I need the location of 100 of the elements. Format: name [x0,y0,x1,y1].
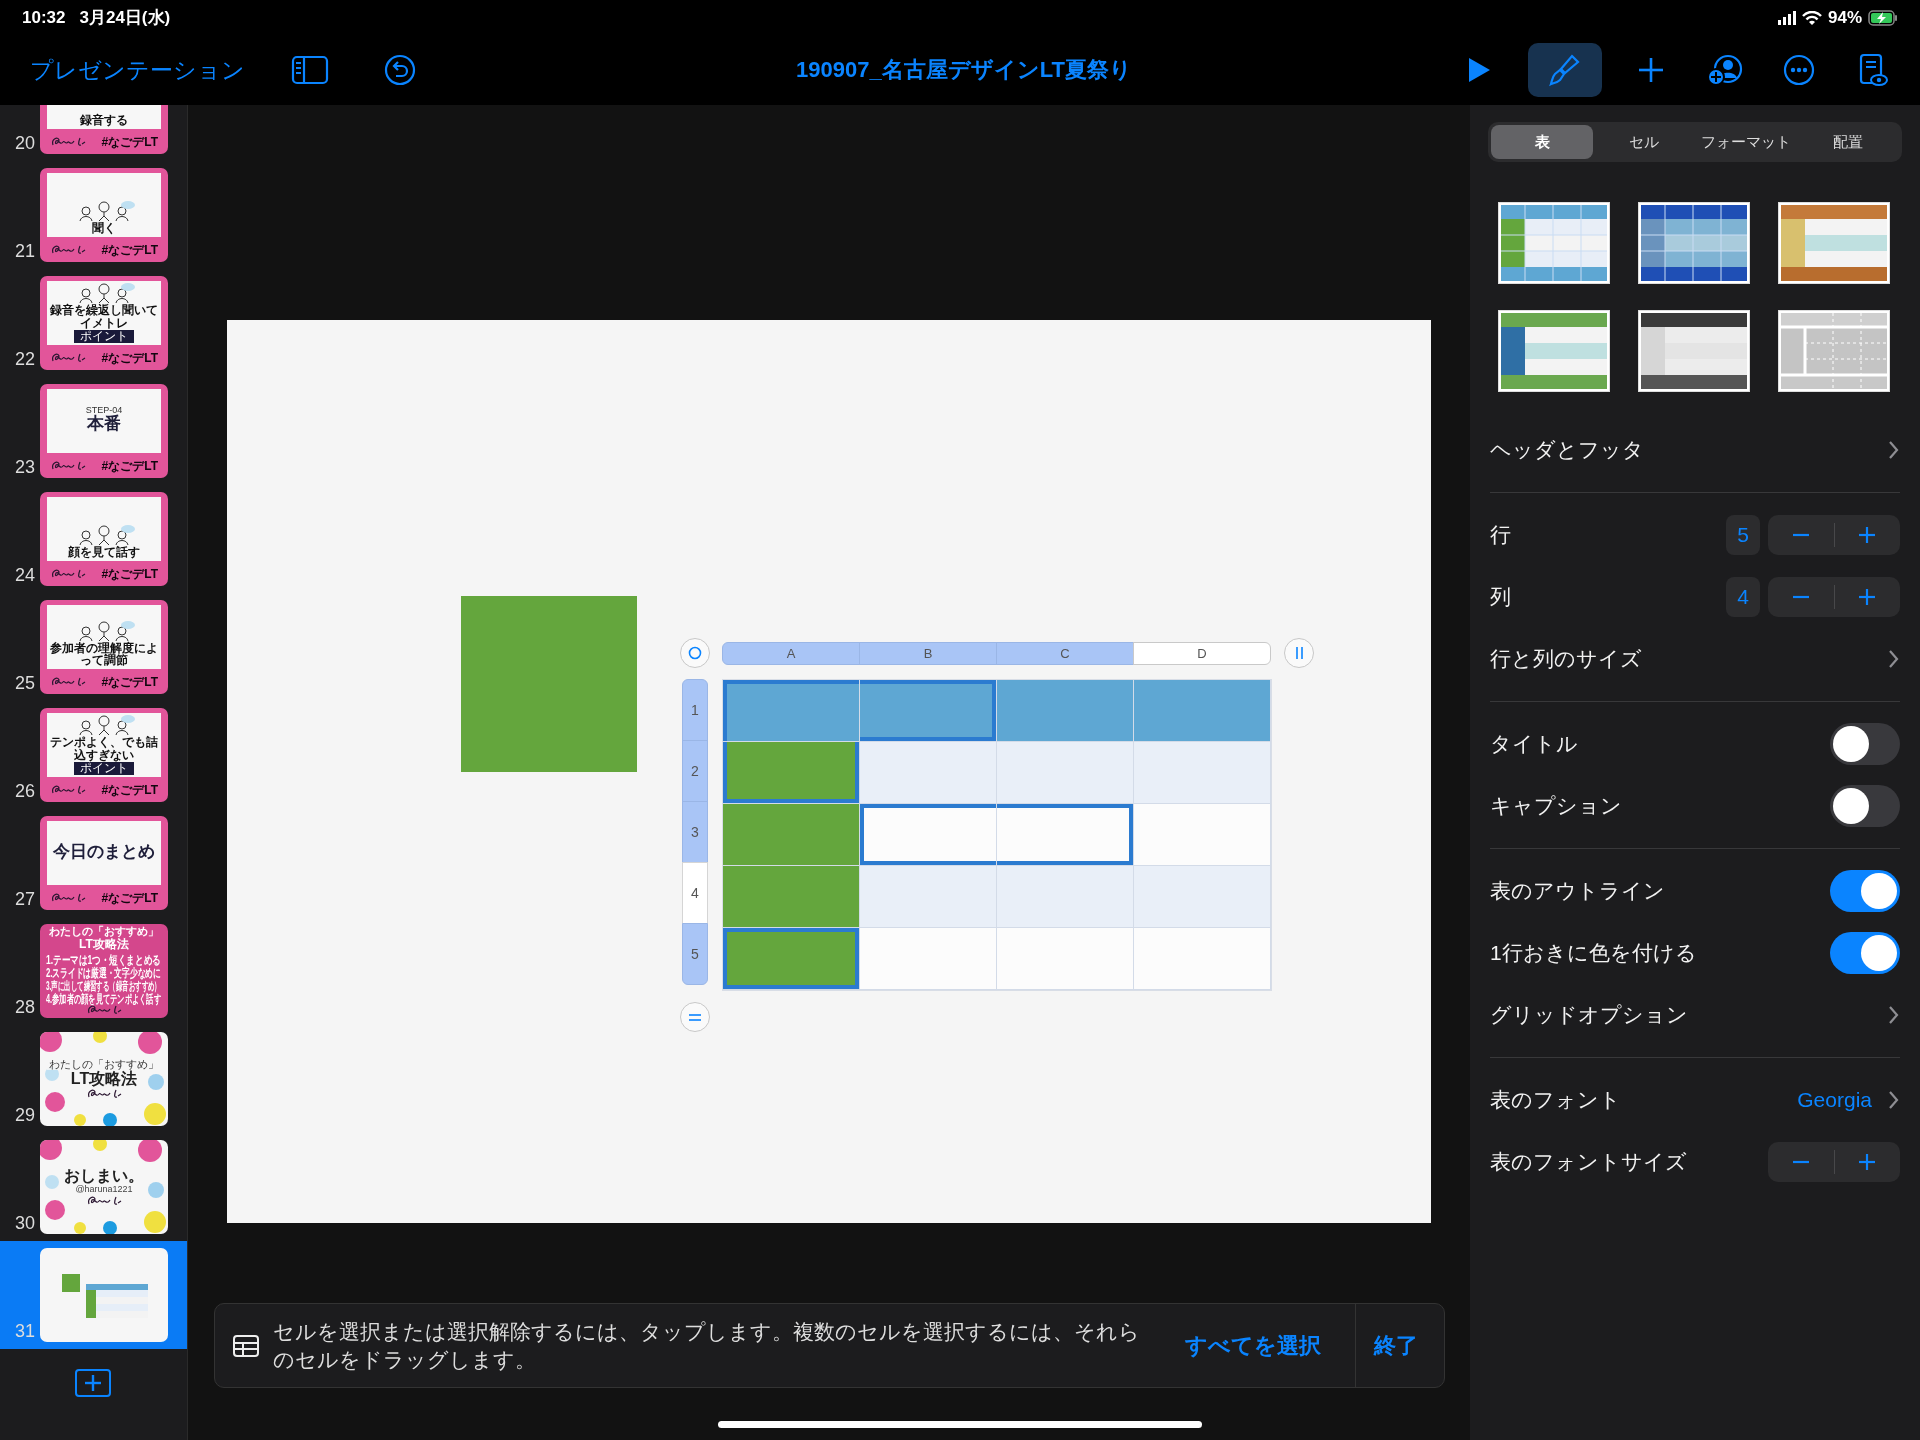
row-header[interactable]: 4 [682,862,708,924]
table-style-preview[interactable] [1638,202,1750,284]
table-cell[interactable] [723,680,860,742]
signature-icon [50,783,86,796]
slide-thumbnail[interactable]: 今日のまとめ #なごデLT [40,816,168,910]
presentations-link[interactable]: プレゼンテーション [30,54,245,86]
slide-thumbnail[interactable] [40,1248,168,1342]
table-cell[interactable] [997,742,1134,804]
slide-number: 28 [13,997,35,1018]
table-cell[interactable] [1134,680,1271,742]
hashtag-text: #なごデLT [101,567,158,580]
hashtag-text: #なごデLT [101,243,158,256]
toggle-switch[interactable] [1830,870,1900,912]
inspector-tab[interactable]: セル [1593,125,1695,159]
row-header[interactable]: 5 [682,923,708,985]
slide-thumbnail[interactable]: 録音を繰返し聞いてイメトレ ポイント #なごデLT [40,276,168,370]
equals-icon [688,1012,702,1022]
table-cell[interactable] [860,742,997,804]
slide-thumbnail[interactable]: テンポよく、でも詰込すぎない ポイント #なごデLT [40,708,168,802]
done-button[interactable]: 終了 [1374,1330,1418,1361]
slide-thumbnail[interactable]: おしまい。 @haruna1221 [40,1140,168,1234]
minus-icon [1791,533,1810,537]
signature-icon [86,1003,122,1017]
signature-icon [50,351,86,364]
inspector-tab[interactable]: フォーマット [1695,125,1797,159]
inspector-tab[interactable]: 配置 [1797,125,1899,159]
count-field[interactable]: 4 [1726,577,1760,617]
toggle-switch[interactable] [1830,785,1900,827]
table-cell[interactable] [860,804,997,866]
table-cell[interactable] [997,680,1134,742]
table-cell[interactable] [723,866,860,928]
table-cell[interactable] [1134,866,1271,928]
add-slide-button[interactable] [75,1369,111,1397]
paintbrush-icon [1548,53,1582,87]
table-style-preview[interactable] [1638,310,1750,392]
chevron-icon [1888,1090,1900,1110]
slide-thumbnail[interactable]: 顔を見て話す #なごデLT [40,492,168,586]
table-style-preview[interactable] [1498,310,1610,392]
table-cell[interactable] [997,866,1134,928]
slide-thumbnail[interactable]: 録音する #なごデLT [40,105,168,154]
table-cell[interactable] [1134,928,1271,990]
format-button[interactable] [1528,43,1602,97]
table-icon [233,1334,259,1357]
slide-thumbnail[interactable]: わたしの「おすすめ」 LT攻略法 [40,1032,168,1126]
table-cell[interactable] [997,804,1134,866]
table-cell[interactable] [997,928,1134,990]
count-field[interactable]: 5 [1726,515,1760,555]
table-cell[interactable] [860,680,997,742]
slide-list-item: 1.テーマは1つ・短くまとめる [46,954,161,968]
slide-subtitle: @haruna1221 [75,1184,133,1194]
signature-icon [50,459,86,472]
document-title: 190907_名古屋デザインLT夏祭り [796,56,1132,84]
setting-label: グリッドオプション [1490,1002,1689,1028]
chevron-icon [1888,1005,1900,1025]
slide-thumbnail[interactable]: STEP-04 本番 #なごデLT [40,384,168,478]
slide-thumbnail[interactable]: 聞く #なごデLT [40,168,168,262]
toggle-switch[interactable] [1830,723,1900,765]
setting-label: 行 [1490,522,1512,548]
sidebar-icon [291,54,329,86]
table-cell[interactable] [723,742,860,804]
column-header[interactable]: D [1133,641,1271,665]
slide-number: 30 [13,1213,35,1234]
toggle-switch[interactable] [1830,932,1900,974]
font-name-link[interactable]: Georgia [1797,1088,1872,1112]
column-handle-button[interactable] [1284,638,1314,668]
table-cell[interactable] [723,928,860,990]
table-cell[interactable] [1134,742,1271,804]
status-time: 10:32 [22,7,66,28]
slide-thumbnail[interactable]: 参加者の理解度によって調節 #なごデLT [40,600,168,694]
signature-icon [50,135,86,148]
chevron-icon [1888,440,1900,460]
person-plus-icon [1707,53,1743,87]
hashtag-text: #なごデLT [101,459,158,472]
table-cell[interactable] [723,804,860,866]
select-all-button[interactable]: すべてを選択 [1183,1330,1323,1361]
row-header[interactable]: 1 [682,679,708,741]
slide-thumbnail[interactable]: わたしの「おすすめ」 LT攻略法 1.テーマは1つ・短くまとめる 2.スライドは厳選・文字少なめに 3.声に出して練習する（録音おすすめ） 4.参加者の顔を見てテンポよく話す [40,924,168,1018]
column-header[interactable]: B [859,641,997,665]
row-header[interactable]: 2 [682,740,708,802]
column-header[interactable]: A [722,641,860,665]
signature-icon [50,567,86,580]
inspector-tab[interactable]: 表 [1491,125,1593,159]
table-cell[interactable] [860,866,997,928]
table-cell[interactable] [1134,804,1271,866]
signal-icon [1777,10,1796,25]
table-cell[interactable] [860,928,997,990]
slide-eyebrow: STEP-04 [85,406,123,416]
row-handle-button[interactable] [680,1002,710,1032]
slide-title: 録音する [79,114,129,127]
hint-text: セルを選択または選択解除するには、タップします。複数のセルを選択するには、それらのセルをドラッグします。 [273,1319,1141,1373]
column-header[interactable]: C [996,641,1134,665]
hashtag-text: #なごデLT [101,351,158,364]
select-table-button[interactable] [680,638,710,668]
setting-label: キャプション [1490,793,1623,819]
hashtag-text: #なごデLT [101,135,158,148]
battery-icon [1868,9,1898,26]
row-header[interactable]: 3 [682,801,708,863]
plus-icon [1857,1152,1878,1172]
signature-icon [50,675,86,688]
plus-icon [1857,525,1878,545]
